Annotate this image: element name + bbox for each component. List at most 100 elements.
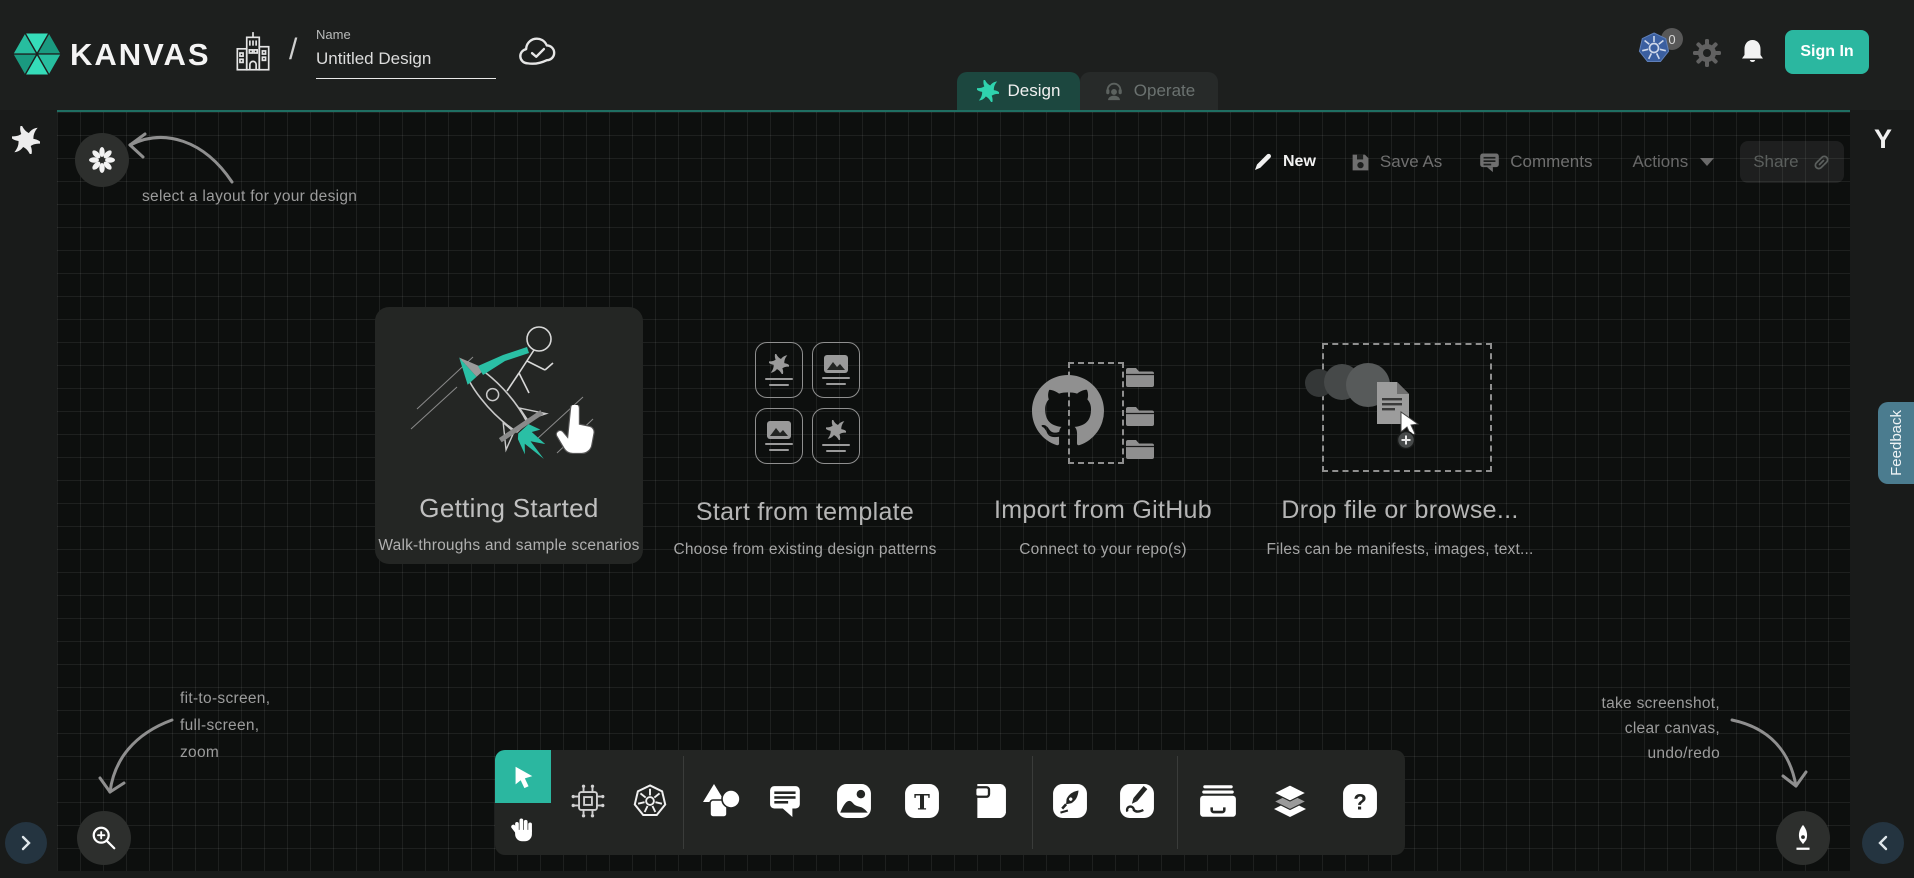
tab-operate[interactable]: Operate — [1080, 72, 1218, 110]
comments-icon — [1478, 151, 1501, 173]
operate-headset-icon — [1103, 80, 1125, 102]
card-drop-file[interactable]: Drop file or browse... Files can be mani… — [1260, 330, 1540, 565]
drawer-tool-button[interactable] — [1194, 777, 1242, 825]
sign-in-button[interactable]: Sign In — [1785, 30, 1869, 74]
share-button[interactable]: Share — [1740, 141, 1844, 183]
chevron-right-icon — [18, 835, 34, 851]
card-getting-started[interactable]: Getting Started Walk-throughs and sample… — [375, 307, 643, 564]
layout-asterisk-icon — [89, 147, 115, 173]
repo-folders-icon — [1124, 363, 1158, 463]
template-tiles — [755, 342, 860, 464]
comment-tool-button[interactable] — [762, 777, 810, 825]
template-tile-spiral — [755, 342, 803, 398]
drawer-icon — [1198, 784, 1238, 818]
kubernetes-tool-button[interactable] — [626, 777, 674, 825]
design-spiral-icon — [977, 80, 999, 102]
y-tool-icon[interactable]: Y — [1866, 122, 1900, 156]
save-as-button[interactable]: Save As — [1380, 152, 1442, 172]
kubernetes-helm-icon — [630, 781, 670, 821]
zoom-hint-text: fit-to-screen, full-screen, zoom — [180, 685, 270, 766]
circuit-chip-icon — [569, 782, 607, 820]
zoom-hint-arrow — [92, 708, 184, 806]
layers-tool-button[interactable] — [1266, 777, 1314, 825]
notifications-bell-icon[interactable] — [1739, 37, 1766, 67]
expand-right-panel-button[interactable] — [1862, 822, 1904, 864]
feedback-tab[interactable]: Feedback — [1878, 402, 1914, 484]
pen-icon — [1052, 783, 1088, 819]
comment-bubble-icon — [768, 784, 804, 818]
cloud-sync-icon — [516, 36, 560, 68]
name-field-label: Name — [316, 27, 496, 42]
magnifier-plus-icon — [90, 824, 118, 852]
y-glyph: Y — [1874, 124, 1892, 155]
tab-design[interactable]: Design — [957, 72, 1080, 110]
card-subtitle: Files can be manifests, images, text... — [1260, 541, 1540, 559]
credits-count: 0 — [1668, 32, 1675, 47]
card-start-from-template[interactable]: Start from template Choose from existing… — [672, 330, 938, 565]
toolbar-divider — [683, 756, 684, 849]
spinner-spiral-icon — [12, 126, 40, 154]
chevron-left-icon — [1875, 835, 1891, 851]
card-subtitle: Connect to your repo(s) — [970, 541, 1236, 559]
pen-nib-icon — [1789, 823, 1817, 853]
pan-tool-button[interactable] — [495, 803, 551, 855]
card-title: Drop file or browse... — [1260, 496, 1540, 525]
toolbar-divider — [1032, 756, 1033, 849]
card-title: Import from GitHub — [970, 496, 1236, 525]
card-title: Getting Started — [375, 493, 643, 524]
text-tool-button[interactable]: T — [898, 777, 946, 825]
note-tool-button[interactable] — [965, 777, 1013, 825]
card-import-github[interactable]: Import from GitHub Connect to your repo(… — [970, 330, 1236, 565]
github-icon — [1032, 375, 1104, 447]
breadcrumb-separator: / — [289, 33, 297, 67]
expand-left-panel-button[interactable] — [5, 822, 47, 864]
spiral-icon — [769, 354, 789, 374]
name-field-value[interactable]: Untitled Design — [316, 49, 496, 79]
zoom-button[interactable] — [77, 811, 131, 865]
tab-design-label: Design — [1008, 81, 1061, 101]
actions-menu-button[interactable]: Actions — [1632, 152, 1688, 172]
new-button[interactable]: New — [1283, 153, 1316, 171]
shapes-tool-button[interactable] — [698, 777, 746, 825]
kubernetes-credits-badge[interactable]: 0 — [1636, 26, 1686, 70]
pen-actions-button[interactable] — [1776, 811, 1830, 865]
svg-text:?: ? — [1353, 789, 1367, 814]
organization-building-icon[interactable] — [232, 30, 274, 76]
layout-hint-text: select a layout for your design — [142, 188, 357, 206]
share-label: Share — [1753, 152, 1798, 172]
note-icon — [971, 783, 1007, 819]
tools-toolbar: T — [495, 750, 1405, 855]
hand-icon — [509, 815, 537, 843]
save-as-floppy-icon — [1350, 152, 1371, 173]
pencil-scribble-icon — [1119, 783, 1155, 819]
select-tool-button[interactable] — [495, 750, 551, 803]
settings-gear-icon[interactable] — [1692, 38, 1722, 68]
toolbar-divider — [1177, 756, 1178, 849]
help-tool-button[interactable]: ? — [1336, 777, 1384, 825]
card-subtitle: Walk-throughs and sample scenarios — [367, 537, 651, 555]
feedback-label: Feedback — [1888, 410, 1905, 476]
template-tile-image — [755, 408, 803, 464]
svg-text:T: T — [914, 789, 930, 814]
comments-button[interactable]: Comments — [1510, 152, 1592, 172]
pencil-tool-button[interactable] — [1113, 777, 1161, 825]
canvas-actions-hint-text: take screenshot, clear canvas, undo/redo — [1520, 691, 1720, 766]
image-icon — [836, 783, 872, 819]
kanvas-logo-icon — [10, 27, 64, 81]
select-layout-button[interactable] — [75, 133, 129, 187]
canvas-actions-hint-arrow — [1726, 710, 1810, 798]
rocket-illustration — [387, 313, 631, 483]
layout-hint-arrow — [112, 118, 240, 196]
image-tool-button[interactable] — [830, 777, 878, 825]
image-icon — [824, 355, 848, 373]
pen-tool-button[interactable] — [1046, 777, 1094, 825]
tab-operate-label: Operate — [1134, 81, 1195, 101]
design-name-field[interactable]: Name Untitled Design — [316, 27, 496, 79]
text-icon: T — [904, 783, 940, 819]
chevron-down-icon[interactable] — [1700, 158, 1714, 166]
template-tile-image — [812, 342, 860, 398]
brand-title: KANVAS — [70, 37, 211, 73]
hand-cursor-icon — [553, 405, 597, 455]
template-tile-spiral — [812, 408, 860, 464]
component-tool-button[interactable] — [564, 777, 612, 825]
